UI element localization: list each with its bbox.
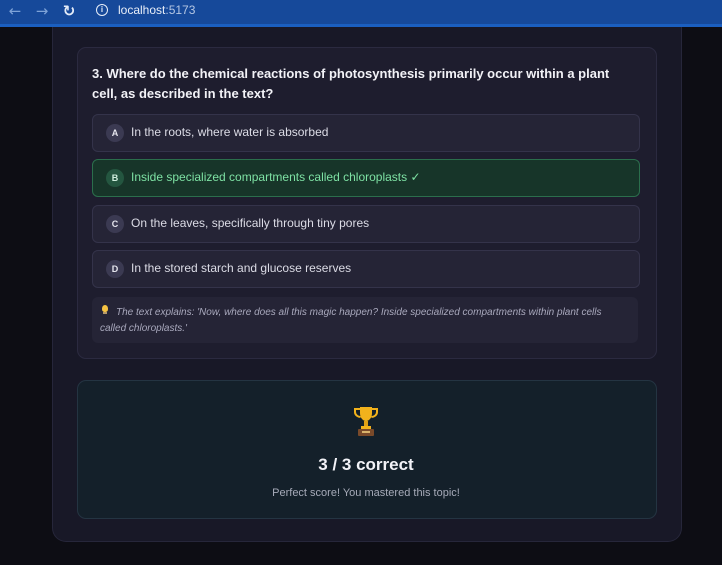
url-port: :5173 <box>165 3 196 17</box>
browser-toolbar: ← → ↻ i localhost:5173 <box>0 0 722 27</box>
option-label: In the roots, where water is absorbed <box>131 125 329 139</box>
info-icon[interactable]: i <box>96 4 108 16</box>
question-text: 3. Where do the chemical reactions of ph… <box>92 66 610 101</box>
option-b[interactable]: B Inside specialized compartments called… <box>92 159 640 197</box>
option-label: In the stored starch and glucose reserve… <box>131 261 352 275</box>
option-c[interactable]: C On the leaves, specifically through ti… <box>92 205 640 243</box>
arrow-left-icon[interactable]: ← <box>5 2 25 20</box>
option-letter-badge: D <box>106 260 124 278</box>
trophy-icon <box>354 407 378 436</box>
address-bar[interactable]: i localhost:5173 <box>88 1 708 21</box>
arrow-right-icon[interactable]: → <box>32 2 52 20</box>
url-host: localhost <box>118 3 166 17</box>
score-text: 3 / 3 correct <box>318 455 414 474</box>
explanation-box: The text explains: 'Now, where does all … <box>92 297 638 343</box>
score-message: Perfect score! You mastered this topic! <box>272 487 460 499</box>
option-label: On the leaves, specifically through tiny… <box>131 216 370 230</box>
explanation-text: The text explains: 'Now, where does all … <box>100 307 602 334</box>
reload-icon[interactable]: ↻ <box>59 2 79 20</box>
url-text: localhost:5173 <box>118 3 195 17</box>
option-a[interactable]: A In the roots, where water is absorbed <box>92 114 640 152</box>
option-label: Inside specialized compartments called c… <box>131 170 421 184</box>
option-letter-badge: C <box>106 215 124 233</box>
option-letter-badge: A <box>106 124 124 142</box>
option-d[interactable]: D In the stored starch and glucose reser… <box>92 250 640 288</box>
option-letter-badge: B <box>106 169 124 187</box>
